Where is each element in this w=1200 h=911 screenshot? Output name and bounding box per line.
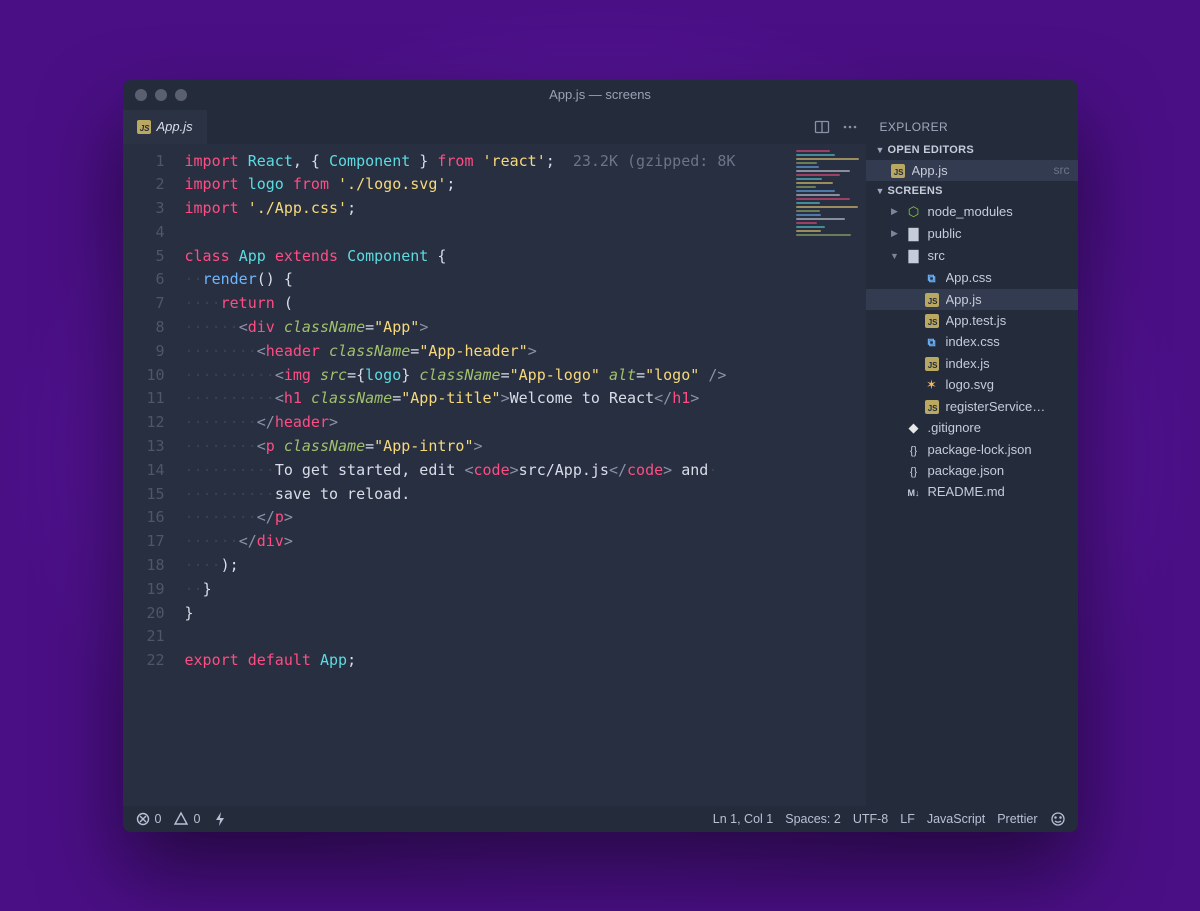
tree-item[interactable]: ◆ .gitignore (866, 417, 1078, 439)
chevron-down-icon: ▼ (876, 145, 884, 155)
eol[interactable]: LF (900, 812, 915, 826)
traffic-lights (135, 89, 187, 101)
tree-item[interactable]: JS index.js (866, 353, 1078, 374)
more-icon[interactable] (842, 119, 858, 135)
file-label: App.js (946, 292, 1070, 307)
formatter[interactable]: Prettier (997, 812, 1037, 826)
editor-group: JS App.js 123456789101112131415161718192… (123, 110, 866, 806)
explorer-title: EXPLORER (866, 110, 1078, 140)
js-icon: JS (891, 164, 905, 178)
tree-item[interactable]: JS registerService… (866, 396, 1078, 417)
file-label: App.js (912, 163, 1044, 178)
file-label: public (928, 226, 1070, 241)
problems-errors[interactable]: 0 (135, 811, 162, 827)
warning-icon (173, 811, 189, 827)
code-area[interactable]: import React, { Component } from 'react'… (179, 144, 866, 806)
tree-item[interactable]: ⧉ index.css (866, 331, 1078, 353)
tree-item[interactable]: JS App.js (866, 289, 1078, 310)
js-icon: JS (925, 357, 939, 371)
tabbar: JS App.js (123, 110, 866, 144)
language-mode[interactable]: JavaScript (927, 812, 985, 826)
line-gutter: 12345678910111213141516171819202122 (123, 144, 179, 806)
status-bar: 0 0 Ln 1, Col 1 Spaces: 2 UTF-8 LF JavaS… (123, 806, 1078, 832)
file-sublabel: src (1054, 163, 1070, 177)
chevron-right-icon: ▶ (890, 228, 900, 239)
minimize-dot[interactable] (155, 89, 167, 101)
titlebar: App.js — screens (123, 80, 1078, 110)
minimap[interactable] (796, 148, 866, 218)
json-icon: {} (910, 445, 917, 457)
tree-item[interactable]: ▶ ▇ public (866, 223, 1078, 245)
workspace-tree: ▶ ⬡ node_modules ▶ ▇ public ▼ ▇ src ⧉ App.css JS App… (866, 201, 1078, 502)
open-editors-header[interactable]: ▼ OPEN EDITORS (866, 140, 1078, 160)
folder-icon: ▇ (909, 226, 919, 241)
file-label: .gitignore (928, 420, 1070, 435)
file-label: App.css (946, 270, 1070, 285)
file-label: README.md (928, 484, 1070, 499)
open-editors-list: JS App.js src (866, 160, 1078, 181)
file-label: package.json (928, 463, 1070, 478)
css-icon: ⧉ (928, 337, 936, 349)
indentation[interactable]: Spaces: 2 (785, 812, 841, 826)
zoom-dot[interactable] (175, 89, 187, 101)
error-icon (135, 811, 151, 827)
encoding[interactable]: UTF-8 (853, 812, 888, 826)
feedback-smiley[interactable] (1050, 811, 1066, 827)
tree-item[interactable]: M↓ README.md (866, 481, 1078, 502)
workspace-header[interactable]: ▼ SCREENS (866, 181, 1078, 201)
svg-icon: ✶ (926, 377, 937, 392)
js-icon: JS (925, 293, 939, 307)
file-label: registerService… (946, 399, 1070, 414)
chevron-down-icon: ▼ (876, 186, 884, 196)
tree-item[interactable]: ▶ ⬡ node_modules (866, 201, 1078, 223)
tree-item[interactable]: JS App.test.js (866, 310, 1078, 331)
file-label: node_modules (928, 204, 1070, 219)
css-icon: ⧉ (928, 273, 936, 285)
tab-app-js[interactable]: JS App.js (123, 110, 207, 144)
editor-window: App.js — screens JS App.js 12345 (123, 80, 1078, 832)
close-dot[interactable] (135, 89, 147, 101)
git-icon: ◆ (909, 420, 919, 435)
tree-item[interactable]: ▼ ▇ src (866, 245, 1078, 267)
tree-item[interactable]: {} package-lock.json (866, 439, 1078, 460)
cursor-position[interactable]: Ln 1, Col 1 (713, 812, 773, 826)
js-icon: JS (925, 314, 939, 328)
folder-icon: ▇ (909, 248, 919, 263)
tree-item[interactable]: {} package.json (866, 460, 1078, 481)
smiley-icon (1050, 811, 1066, 827)
json-icon: {} (910, 466, 917, 478)
js-icon: JS (925, 400, 939, 414)
file-label: App.test.js (946, 313, 1070, 328)
file-label: logo.svg (946, 377, 1070, 392)
file-label: index.js (946, 356, 1070, 371)
chevron-right-icon: ▶ (890, 206, 900, 217)
markdown-icon: M↓ (908, 488, 920, 498)
open-editor-item[interactable]: JS App.js src (866, 160, 1078, 181)
prettier-bolt[interactable] (212, 811, 228, 827)
tab-label: App.js (157, 119, 193, 134)
file-label: index.css (946, 334, 1070, 349)
code-editor[interactable]: 12345678910111213141516171819202122 impo… (123, 144, 866, 806)
js-icon: JS (137, 120, 151, 134)
chevron-down-icon: ▼ (890, 251, 900, 261)
explorer-sidebar: EXPLORER ▼ OPEN EDITORS JS App.js src ▼ SC… (866, 110, 1078, 806)
tree-item[interactable]: ✶ logo.svg (866, 374, 1078, 396)
split-editor-icon[interactable] (814, 119, 830, 135)
bolt-icon (212, 811, 228, 827)
window-title: App.js — screens (123, 87, 1078, 102)
file-label: src (928, 248, 1070, 263)
file-label: package-lock.json (928, 442, 1070, 457)
nodejs-icon: ⬡ (908, 204, 919, 219)
problems-warnings[interactable]: 0 (173, 811, 200, 827)
tree-item[interactable]: ⧉ App.css (866, 267, 1078, 289)
